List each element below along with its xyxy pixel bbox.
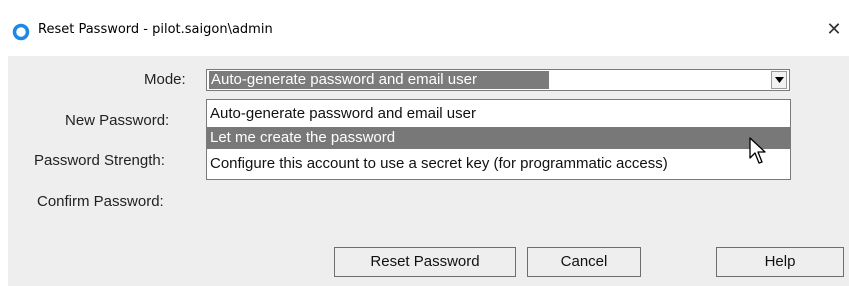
new-password-label: New Password: xyxy=(65,112,170,129)
mouse-cursor-icon xyxy=(749,137,766,164)
mode-option-secret-key[interactable]: Configure this account to use a secret k… xyxy=(207,153,790,175)
mode-label: Mode: xyxy=(144,71,186,88)
mode-option-auto-generate[interactable]: Auto-generate password and email user xyxy=(207,103,790,125)
title-bar: Reset Password - pilot.saigon\admin ✕ xyxy=(0,0,849,56)
mode-option-create-password[interactable]: Let me create the password xyxy=(207,127,790,149)
password-strength-label: Password Strength: xyxy=(34,152,165,169)
mode-dropdown-list: Auto-generate password and email user Le… xyxy=(206,99,791,180)
cancel-button[interactable]: Cancel xyxy=(527,247,641,277)
dropdown-button[interactable] xyxy=(771,71,787,89)
chevron-down-icon xyxy=(775,77,784,83)
app-ring-icon xyxy=(12,23,30,41)
mode-select[interactable]: Auto-generate password and email user xyxy=(206,69,790,91)
reset-password-button[interactable]: Reset Password xyxy=(334,247,516,277)
confirm-password-label: Confirm Password: xyxy=(37,193,164,210)
mode-selected-value: Auto-generate password and email user xyxy=(209,71,549,89)
help-button[interactable]: Help xyxy=(716,247,844,277)
close-icon[interactable]: ✕ xyxy=(822,18,846,42)
window-title: Reset Password - pilot.saigon\admin xyxy=(38,22,273,37)
